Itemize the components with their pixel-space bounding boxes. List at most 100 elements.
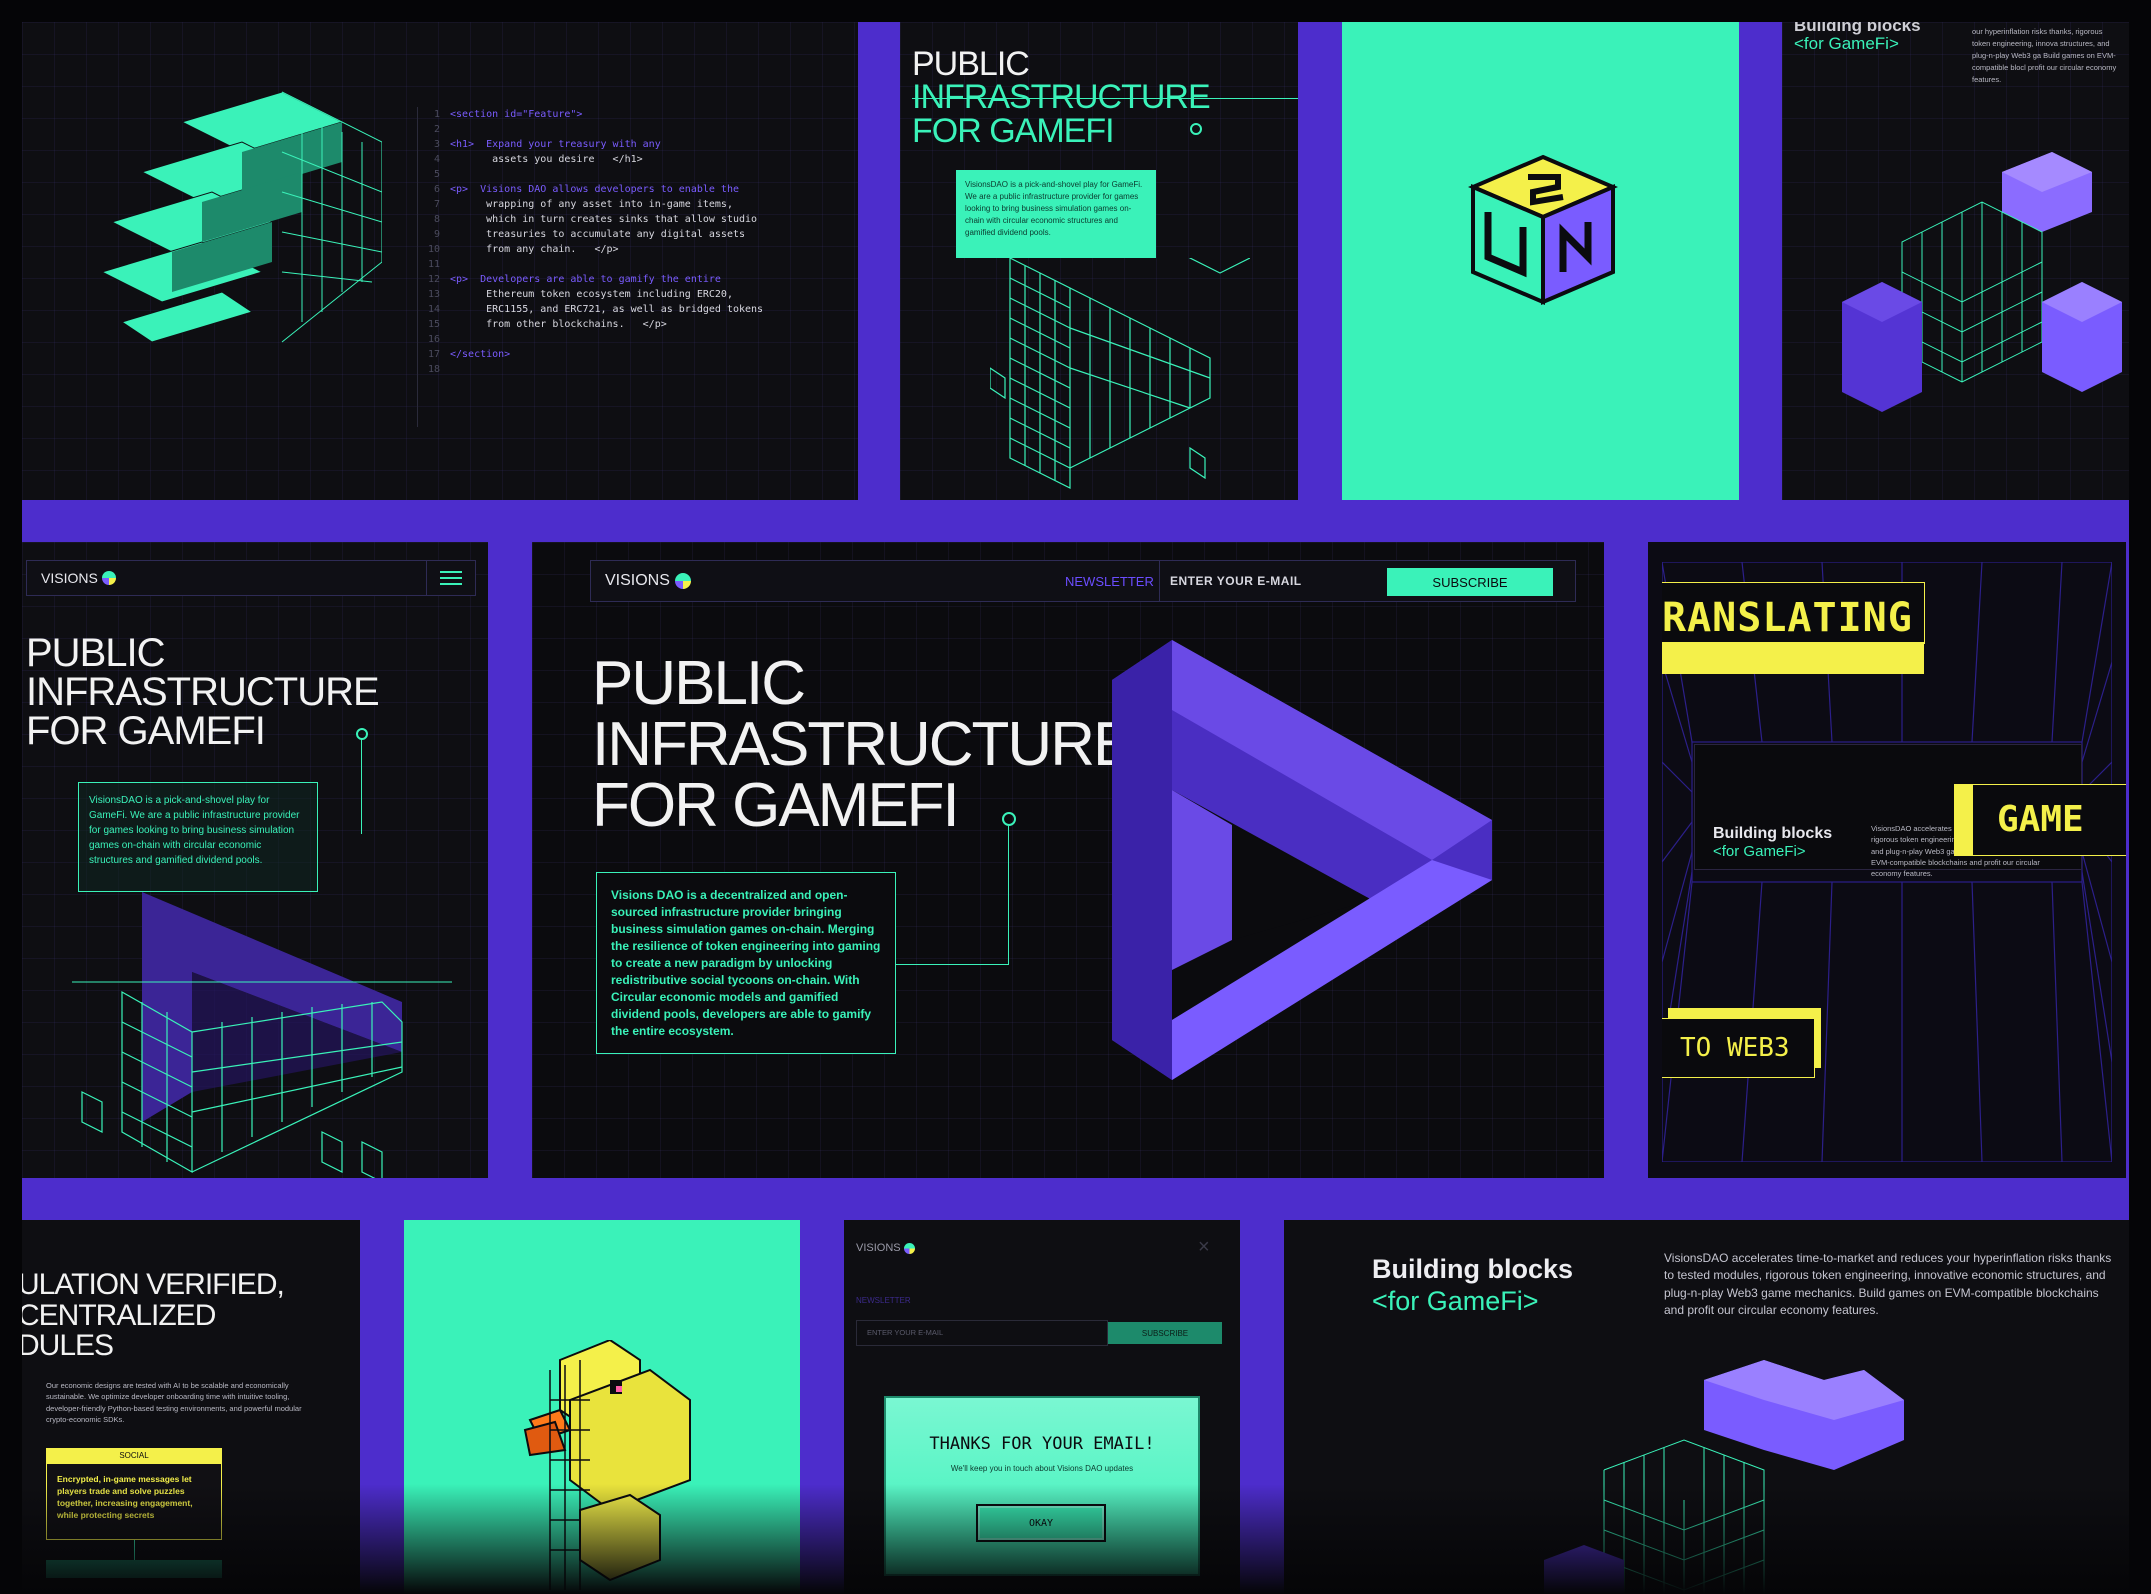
close-icon[interactable]: × (1198, 1236, 1210, 1259)
modal-subscribe-button[interactable]: SUBSCRIBE (1108, 1322, 1222, 1344)
line-number: 11 (427, 259, 440, 270)
mobile-infra-card: VISIONS PUBLIC INFRASTRUCTURE FOR GAMEFI… (22, 542, 488, 1178)
code-line: 18 (418, 362, 818, 377)
right-edge (2129, 0, 2151, 1594)
top-edge (0, 0, 2151, 22)
translating-tag-shadow (1662, 642, 1924, 674)
code-line: 14 ERC1155, and ERC721, as well as bridg… (418, 302, 818, 317)
translate-card: Building blocks <for GameFi> VisionsDAO … (1648, 542, 2126, 1178)
next-tag-stub (46, 1560, 222, 1578)
code-text: </section> (450, 349, 511, 360)
code-block: 1 <section id="Feature"> 2 3 <h1> Expand you… (417, 107, 818, 427)
mint-cube-card (1342, 22, 1739, 500)
code-line: 8 which in turn creates sinks that allow… (418, 212, 818, 227)
mobile-logo[interactable]: VISIONS (41, 570, 116, 586)
code-line: 9 treasuries to accumulate any digital a… (418, 227, 818, 242)
sim-title: ULATION VERIFIED, CENTRALIZED DULES (22, 1268, 285, 1363)
code-line: 15 from other blockchains. </p> (418, 317, 818, 332)
hamburger-menu-icon[interactable] (426, 561, 475, 595)
newsletter-modal-card: VISIONS × NEWSLETTER ENTER YOUR E-MAIL S… (844, 1220, 1240, 1594)
code-line: 6 <p> Visions DAO allows developers to en… (418, 182, 818, 197)
globe-icon (674, 573, 691, 589)
line-number: 18 (427, 364, 440, 375)
blocks-heading: Building blocks (1713, 825, 1833, 842)
modal-newsletter-label: NEWSLETTER (856, 1296, 911, 1305)
connector-dot (1190, 123, 1202, 135)
blocks-subheading: <for GameFi> (1372, 1286, 1539, 1316)
hero-logo[interactable]: VISIONS (605, 572, 691, 590)
purple-blocks-illustration (1842, 152, 2122, 412)
code-line: 17 </section> (418, 347, 818, 362)
nav-newsletter-link[interactable]: NEWSLETTER (1065, 574, 1154, 589)
connector-dot (1002, 812, 1016, 826)
left-edge (0, 0, 22, 1594)
voxel-triangle-wireframe (990, 258, 1250, 489)
hero-card: VISIONS NEWSLETTER ENTER YOUR E-MAIL SUB… (532, 542, 1604, 1178)
modal-email-input[interactable]: ENTER YOUR E-MAIL (856, 1320, 1108, 1346)
mobile-navbar: VISIONS (26, 560, 476, 596)
code-text: assets you desire </h1> (450, 154, 643, 165)
purple-blocks-illustration (1544, 1360, 1904, 1594)
blocks-subheading: <for GameFi> (1713, 843, 1806, 860)
game-tag: GAME (1972, 784, 2126, 856)
line-number: 1 (433, 109, 440, 120)
hero-title: PUBLIC INFRASTRUCTURE FOR GAMEFI (592, 649, 1134, 840)
email-input[interactable]: ENTER YOUR E-MAIL (1159, 561, 1374, 601)
pixel-duck-illustration (523, 1340, 691, 1590)
blocks-body: our hyperinflation risks thanks, rigorou… (1972, 27, 2117, 84)
code-line: 4 assets you desire </h1> (418, 152, 818, 167)
bottom-blocks-card: Building blocks <for GameFi> VisionsDAO … (1284, 1220, 2129, 1594)
line-number: 16 (427, 334, 440, 345)
modal-logo[interactable]: VISIONS (856, 1242, 915, 1254)
top-infra-card: PUBLIC INFRASTRUCTURE FOR GAMEFI Visions… (900, 22, 1298, 500)
globe-icon (101, 571, 116, 585)
code-text: ERC1155, and ERC721, as well as bridged … (450, 304, 764, 315)
line-number: 6 (433, 184, 440, 195)
hero-desc-box: Visions DAO is a decentralized and open-… (596, 872, 896, 1054)
code-text: <section id="Feature"> (450, 109, 583, 120)
connector-line-h (896, 964, 1009, 965)
line-number: 15 (427, 319, 440, 330)
code-line: 11 (418, 257, 818, 272)
code-line: 16 (418, 332, 818, 347)
code-line: 5 (418, 167, 818, 182)
simulation-card: ULATION VERIFIED, CENTRALIZED DULES Our … (22, 1220, 360, 1594)
staircase-voxel-illustration (100, 91, 382, 343)
blocks-body: VisionsDAO accelerates time-to-market an… (1664, 1251, 2112, 1318)
line-number: 9 (433, 229, 440, 240)
line-number: 14 (427, 304, 440, 315)
connector-line (134, 1540, 135, 1560)
thanks-subtitle: We'll keep you in touch about Visions DA… (950, 1464, 1134, 1473)
code-text: Ethereum token ecosystem including ERC20… (450, 289, 733, 300)
code-line: 1 <section id="Feature"> (418, 107, 818, 122)
translating-tag: RANSLATING (1662, 582, 1925, 644)
mobile-triangle-illustration (72, 892, 452, 1178)
line-number: 12 (427, 274, 440, 285)
line-number: 2 (433, 124, 440, 135)
mobile-desc-box: VisionsDAO is a pick-and-shovel play for… (78, 782, 318, 892)
code-text: <p> Visions DAO allows developers to ena… (450, 184, 739, 195)
connector-dot (356, 728, 368, 740)
okay-button[interactable]: OKAY (976, 1504, 1106, 1542)
line-number: 4 (433, 154, 440, 165)
code-line: 13 Ethereum token ecosystem including ER… (418, 287, 818, 302)
line-number: 5 (433, 169, 440, 180)
line-number: 3 (433, 139, 440, 150)
mobile-title: PUBLIC INFRASTRUCTURE FOR GAMEFI (26, 631, 380, 754)
line-number: 8 (433, 214, 440, 225)
hero-navbar: VISIONS NEWSLETTER ENTER YOUR E-MAIL SUB… (590, 560, 1576, 602)
subscribe-button[interactable]: SUBSCRIBE (1387, 568, 1553, 596)
title-underline (912, 98, 1298, 99)
mosaic-canvas: 1 <section id="Feature"> 2 3 <h1> Expand you… (0, 0, 2151, 1594)
code-line: 2 (418, 122, 818, 137)
blocks-heading: Building blocks (1372, 1254, 1574, 1284)
globe-icon (903, 1242, 915, 1254)
code-text: from any chain. </p> (450, 244, 619, 255)
mint-duck-card (404, 1220, 800, 1594)
code-line: 7 wrapping of any asset into in-game ite… (418, 197, 818, 212)
code-text: treasuries to accumulate any digital ass… (450, 229, 746, 240)
line-number: 7 (433, 199, 440, 210)
code-line: 10 from any chain. </p> (418, 242, 818, 257)
social-tag-body: Encrypted, in-game messages let players … (46, 1464, 222, 1540)
infra-desc-box: VisionsDAO is a pick-and-shovel play for… (956, 170, 1156, 258)
